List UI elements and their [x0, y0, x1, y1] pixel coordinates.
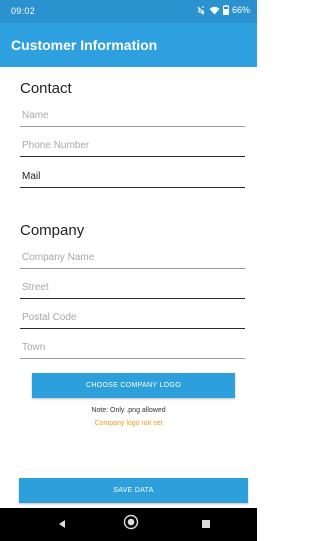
back-icon [57, 516, 67, 534]
choose-company-logo-button[interactable]: CHOOSE COMPANY LOGO [32, 373, 235, 398]
page-title: Customer Information [11, 37, 158, 53]
name-field[interactable] [20, 105, 245, 127]
save-data-button[interactable]: SAVE DATA [19, 478, 248, 503]
home-icon [123, 514, 139, 535]
battery-percent: 66% [231, 5, 250, 15]
recents-icon [201, 516, 211, 534]
wifi-icon [209, 6, 220, 15]
town-field[interactable] [20, 337, 245, 359]
home-button[interactable] [111, 508, 151, 541]
mute-icon [196, 5, 206, 15]
company-heading: Company [20, 222, 85, 239]
contact-heading: Contact [20, 80, 72, 97]
customer-information-screen: 09:02 66% Customer Information Contact N… [0, 0, 257, 541]
battery-icon [222, 5, 229, 15]
status-icons: 66% [196, 5, 250, 15]
postal-code-field[interactable] [20, 307, 245, 329]
status-time: 09:02 [11, 6, 36, 16]
recents-button[interactable] [186, 508, 226, 541]
system-navigation-bar [0, 508, 257, 541]
phone-number-field[interactable] [20, 135, 245, 157]
street-field[interactable] [20, 277, 245, 299]
mail-field[interactable] [20, 166, 245, 188]
status-bar: 09:02 66% [0, 0, 257, 23]
logo-format-note: Note: Only .png allowed [91, 407, 166, 414]
back-button[interactable] [42, 508, 82, 541]
company-name-field[interactable] [20, 247, 245, 269]
logo-status-text: Company logo not set [94, 420, 163, 427]
app-bar: Customer Information [0, 23, 257, 67]
